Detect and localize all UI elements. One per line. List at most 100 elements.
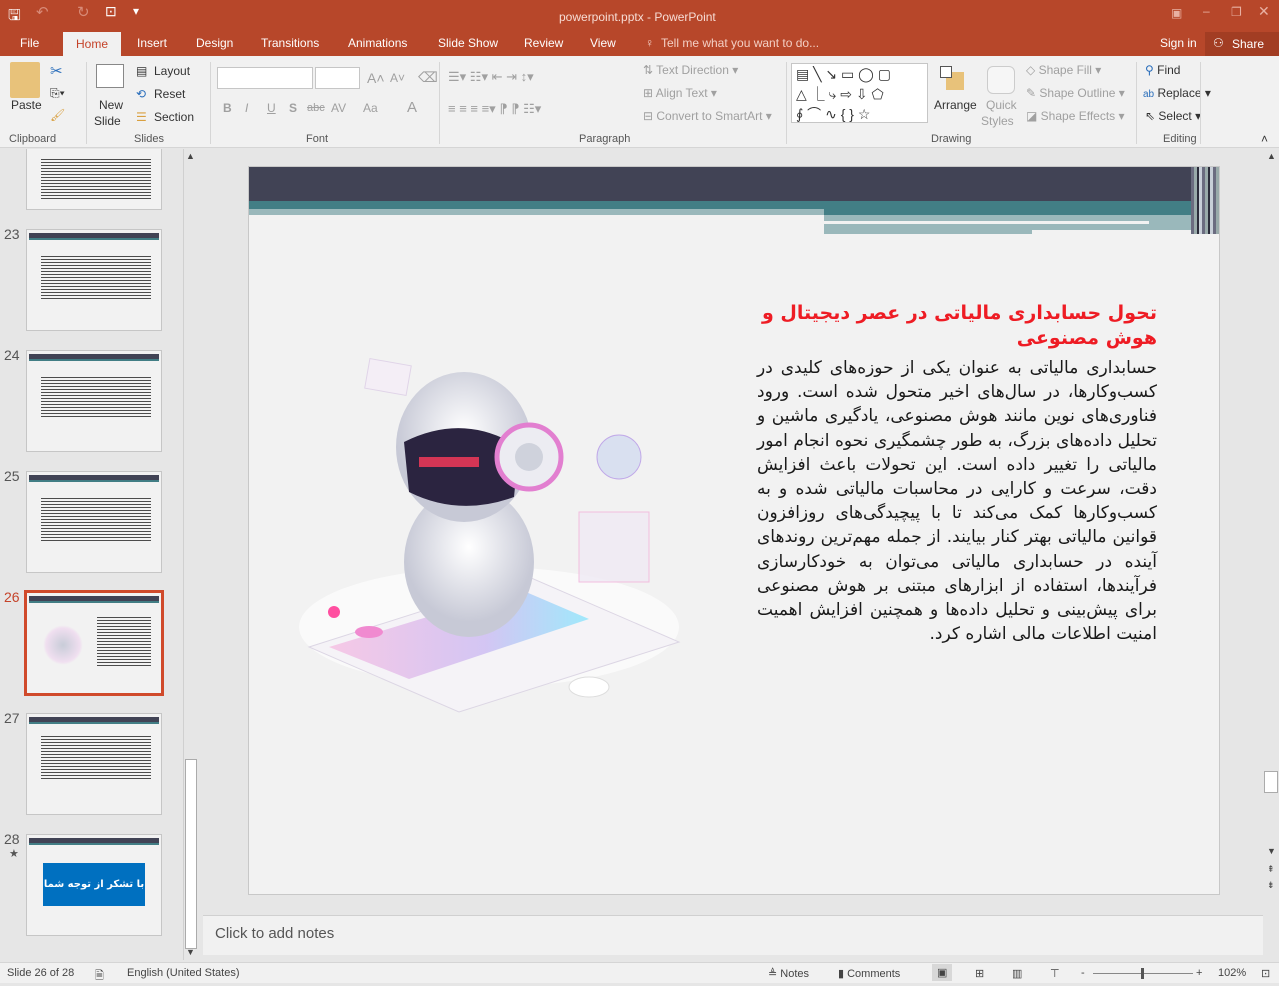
copy-icon[interactable]: ⎘▾ — [50, 86, 65, 101]
scroll-up-icon[interactable]: ▲ — [186, 151, 195, 161]
minimize-icon[interactable]: – — [1203, 4, 1210, 18]
tab-slide-show[interactable]: Slide Show — [438, 36, 498, 50]
notes-pane[interactable]: Click to add notes — [203, 915, 1263, 955]
customize-qat-icon[interactable]: ▾ — [133, 4, 139, 18]
shapes-gallery[interactable]: ▤ ╲ ↘ ▭ ◯ ▢ △ ⎿ ⤷ ⇨ ⇩ ⬠ ∮ ⌒ ∿ { } ☆ — [791, 63, 928, 123]
fit-slide-icon[interactable]: ⊡ — [1261, 967, 1270, 980]
format-painter-icon[interactable]: 🖌 — [50, 108, 65, 122]
quick-styles-button[interactable]: Quick — [986, 98, 1017, 112]
font-size-input[interactable] — [315, 67, 360, 89]
paragraph-group-label: Paragraph — [579, 133, 631, 145]
restore-icon[interactable]: ❐ — [1231, 5, 1242, 19]
slide-canvas[interactable]: تحول حسابداری مالیاتی در عصر دیجیتال و ه… — [248, 166, 1220, 895]
grow-font-icon[interactable]: A˄ — [367, 70, 385, 86]
tab-review[interactable]: Review — [524, 36, 563, 50]
spellcheck-icon[interactable]: 🗎 — [95, 967, 104, 986]
tab-insert[interactable]: Insert — [137, 36, 167, 50]
align-icons[interactable]: ≡ ≡ ≡ ≡▾ ⁋ ⁋ ☷▾ — [448, 101, 541, 117]
convert-smartart-button[interactable]: ⊟ Convert to SmartArt ▾ — [643, 109, 772, 123]
share-button[interactable]: ⚇ Share — [1205, 32, 1279, 56]
slide-thumbnail-24[interactable] — [26, 350, 162, 452]
tab-animations[interactable]: Animations — [348, 36, 407, 50]
normal-view-icon[interactable]: ▣ — [932, 964, 953, 981]
slide-thumbnail-25[interactable] — [26, 471, 162, 573]
shadow-button[interactable]: S — [289, 101, 297, 115]
next-slide-icon[interactable]: ⇟ — [1267, 880, 1275, 891]
thank-you-box: با تشکر از توجه شما — [43, 863, 145, 906]
scroll-down-icon[interactable]: ▼ — [1267, 846, 1276, 856]
arrange-button[interactable]: Arrange — [934, 98, 977, 112]
select-button[interactable]: ⇖ Select ▾ — [1145, 109, 1201, 123]
zoom-out-icon[interactable]: - — [1081, 967, 1085, 979]
new-slide-button[interactable]: New — [99, 98, 123, 112]
section-icon: ☰ — [136, 110, 147, 124]
slide-title[interactable]: تحول حسابداری مالیاتی در عصر دیجیتال و ه… — [737, 301, 1157, 351]
shape-fill-button[interactable]: ◇ Shape Fill ▾ — [1026, 63, 1101, 77]
present-icon[interactable]: ⊡ — [105, 3, 117, 20]
scroll-thumb[interactable] — [185, 759, 197, 949]
redo-icon[interactable]: ↻ — [77, 3, 90, 21]
tab-design[interactable]: Design — [196, 36, 233, 50]
cut-icon[interactable]: ✂ — [50, 62, 63, 80]
slideshow-view-icon[interactable]: ⊤ — [1050, 967, 1060, 980]
collapse-ribbon-icon[interactable]: ˄ — [1261, 132, 1268, 146]
bold-button[interactable]: B — [223, 101, 232, 115]
clear-format-icon[interactable]: ⌫ — [418, 69, 438, 86]
change-case-button[interactable]: Aa — [363, 101, 378, 115]
text-direction-button[interactable]: ⇅ Text Direction ▾ — [643, 63, 738, 77]
slide-scrollbar[interactable]: ▲ ▼ ⇞ ⇟ — [1263, 149, 1279, 915]
bullets-icon[interactable]: ☰▾ ☷▾ ⇤ ⇥ ↕▾ — [448, 69, 534, 85]
slide-number: 24 — [4, 347, 20, 363]
save-icon[interactable]: 🖫 — [8, 5, 21, 30]
reset-button[interactable]: Reset — [154, 87, 185, 101]
close-icon[interactable]: ✕ — [1258, 3, 1270, 20]
strikethrough-button[interactable]: abc — [307, 102, 325, 114]
scroll-down-icon[interactable]: ▼ — [186, 947, 195, 957]
font-color-button[interactable]: A — [407, 99, 417, 116]
thumbnails-scrollbar[interactable]: ▲ ▼ — [183, 149, 198, 960]
slide-thumbnail-26-selected[interactable] — [24, 590, 164, 696]
zoom-slider-thumb[interactable] — [1141, 968, 1144, 979]
slide-body-text[interactable]: حسابداری مالیاتی به عنوان یکی از حوزه‌ها… — [757, 356, 1157, 646]
slide-thumbnail-27[interactable] — [26, 713, 162, 815]
paste-button[interactable]: Paste — [11, 98, 42, 112]
reading-view-icon[interactable]: ▥ — [1012, 967, 1022, 980]
underline-button[interactable]: U — [267, 101, 276, 115]
sign-in-link[interactable]: Sign in — [1160, 36, 1197, 50]
section-button[interactable]: Section — [154, 110, 194, 124]
zoom-level[interactable]: 102% — [1218, 967, 1246, 979]
undo-icon[interactable]: ↶ — [36, 3, 49, 21]
slide-sorter-icon[interactable]: ⊞ — [975, 967, 984, 980]
italic-button[interactable]: I — [245, 101, 248, 115]
slide-number: 28 — [4, 831, 20, 847]
notes-button[interactable]: ≜ Notes — [768, 967, 809, 980]
zoom-in-icon[interactable]: + — [1196, 967, 1202, 979]
comments-button[interactable]: ▮ Comments — [838, 967, 900, 980]
shrink-font-icon[interactable]: A˅ — [390, 71, 405, 85]
ribbon-display-icon[interactable]: ▣ — [1171, 6, 1182, 20]
language-indicator[interactable]: English (United States) — [127, 967, 240, 979]
tab-transitions[interactable]: Transitions — [261, 36, 319, 50]
tab-home[interactable]: Home — [63, 32, 122, 56]
layout-button[interactable]: Layout — [154, 64, 190, 78]
previous-slide-icon[interactable]: ⇞ — [1267, 864, 1275, 875]
font-name-input[interactable] — [217, 67, 313, 89]
slide-thumbnail[interactable] — [26, 149, 162, 210]
tab-file[interactable]: File — [20, 36, 39, 50]
slide-counter: Slide 26 of 28 — [7, 967, 75, 979]
tab-view[interactable]: View — [590, 36, 616, 50]
slide-number: 25 — [4, 468, 20, 484]
status-bar: Slide 26 of 28 🗎 English (United States)… — [0, 962, 1279, 983]
slide-thumbnail-23[interactable] — [26, 229, 162, 331]
align-text-button[interactable]: ⊞ Align Text ▾ — [643, 86, 717, 100]
shape-effects-button[interactable]: ◪ Shape Effects ▾ — [1026, 109, 1125, 123]
char-spacing-button[interactable]: AV — [331, 101, 346, 115]
replace-icon: ab — [1143, 89, 1155, 100]
scroll-thumb[interactable] — [1264, 771, 1278, 793]
scroll-up-icon[interactable]: ▲ — [1267, 151, 1276, 161]
slide-thumbnail-28[interactable]: با تشکر از توجه شما — [26, 834, 162, 936]
shape-outline-button[interactable]: ✎ Shape Outline ▾ — [1026, 86, 1125, 100]
search-icon: ⚲ — [1145, 63, 1154, 77]
find-button[interactable]: ⚲ Find — [1145, 63, 1180, 77]
tell-me-search[interactable]: Tell me what you want to do... — [661, 36, 819, 50]
